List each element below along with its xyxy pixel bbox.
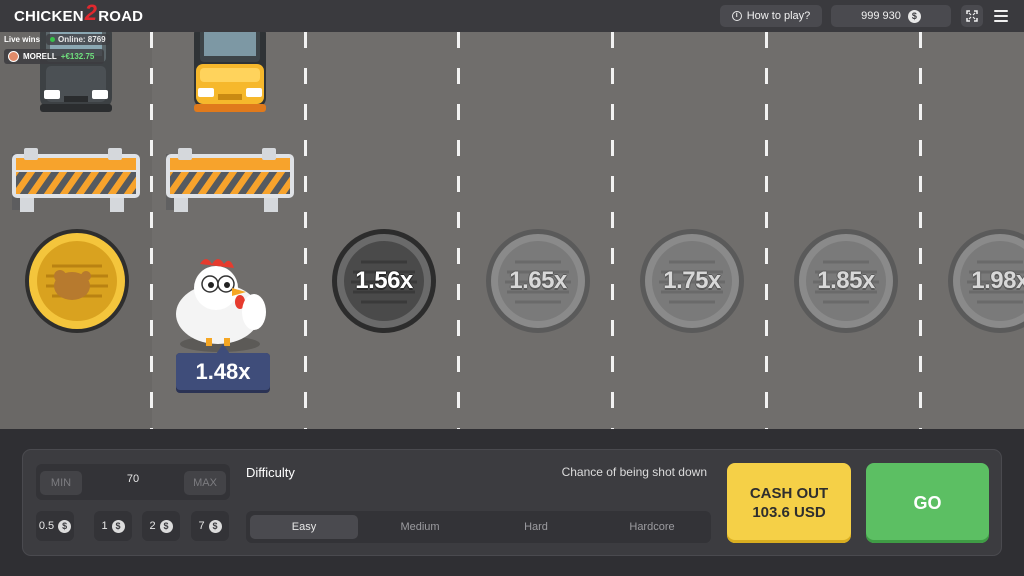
bet-amount-box: MIN 70 MAX bbox=[36, 464, 230, 500]
lane-divider bbox=[765, 32, 768, 429]
currency-icon: $ bbox=[907, 9, 921, 23]
bet-chip-button[interactable]: 0.5 $ bbox=[36, 511, 74, 541]
lane-manhole-next[interactable]: 1.56x bbox=[331, 228, 437, 334]
lane-manhole: 1.98x bbox=[947, 228, 1024, 334]
difficulty-tab-easy[interactable]: Easy bbox=[250, 515, 358, 539]
barrier-icon bbox=[166, 148, 294, 212]
live-wins-label: Live wins bbox=[4, 35, 41, 44]
hamburger-menu-icon[interactable] bbox=[993, 8, 1009, 24]
lane-divider bbox=[919, 32, 922, 429]
difficulty-selector: Easy Medium Hard Hardcore bbox=[246, 511, 711, 543]
bet-chip-button[interactable]: 1 $ bbox=[94, 511, 132, 541]
how-to-play-label: How to play? bbox=[746, 10, 811, 22]
cash-out-amount: 103.6 USD bbox=[752, 504, 826, 521]
fullscreen-icon bbox=[966, 10, 978, 22]
fullscreen-button[interactable] bbox=[961, 5, 983, 27]
live-win-entry: MORELL +€132.75 bbox=[4, 49, 104, 64]
difficulty-tab-hard[interactable]: Hard bbox=[482, 515, 590, 539]
chip-value: 2 bbox=[149, 520, 156, 532]
current-multiplier-badge: 1.48x bbox=[176, 342, 270, 394]
chip-value: 7 bbox=[198, 520, 205, 532]
multiplier-label: 1.56x bbox=[355, 267, 413, 294]
balance-display: 999 930 $ bbox=[831, 5, 951, 27]
multiplier-label: 1.75x bbox=[663, 267, 721, 294]
online-dot-icon bbox=[50, 37, 56, 42]
info-icon: i bbox=[731, 11, 742, 21]
gold-coin-icon bbox=[25, 229, 129, 333]
lane-manhole: 1.75x bbox=[639, 228, 745, 334]
difficulty-title: Difficulty bbox=[246, 465, 295, 480]
lane-manhole: 1.85x bbox=[793, 228, 899, 334]
avatar bbox=[8, 51, 19, 62]
online-count: Online: 8769 bbox=[46, 34, 110, 45]
multiplier-label: 1.98x bbox=[971, 267, 1024, 294]
road-area: Live wins Online: 8769 MORELL +€132.75 1… bbox=[0, 32, 1024, 429]
lane-divider bbox=[457, 32, 460, 429]
bet-max-button[interactable]: MAX bbox=[184, 471, 226, 495]
go-button[interactable]: GO bbox=[866, 463, 989, 543]
balance-value: 999 930 bbox=[861, 10, 901, 22]
live-win-user: MORELL bbox=[23, 52, 57, 61]
bet-chip-button[interactable]: 7 $ bbox=[191, 511, 229, 541]
barrier-icon bbox=[12, 148, 140, 212]
live-win-amount: +€132.75 bbox=[60, 52, 95, 61]
currency-icon: $ bbox=[58, 519, 72, 533]
top-bar: CHICKEN 2 ROAD i How to play? 999 930 $ bbox=[0, 0, 1024, 32]
currency-icon: $ bbox=[208, 519, 222, 533]
game-root: CHICKEN2ROAD i How to play? 999 930 $ bbox=[0, 0, 1024, 576]
difficulty-tab-medium[interactable]: Medium bbox=[366, 515, 474, 539]
lane-divider bbox=[150, 32, 153, 429]
chip-value: 1 bbox=[101, 520, 108, 532]
multiplier-label: 1.85x bbox=[817, 267, 875, 294]
bet-min-button[interactable]: MIN bbox=[40, 471, 82, 495]
live-wins-panel: Live wins Online: 8769 MORELL +€132.75 bbox=[4, 34, 124, 70]
yellow-car-icon bbox=[194, 32, 266, 112]
lane-manhole: 1.65x bbox=[485, 228, 591, 334]
cash-out-label: CASH OUT bbox=[749, 485, 829, 502]
bet-chip-button[interactable]: 2 $ bbox=[142, 511, 180, 541]
currency-icon: $ bbox=[159, 519, 173, 533]
game-logo: CHICKEN 2 ROAD bbox=[14, 0, 144, 25]
bet-amount-input[interactable]: 70 bbox=[86, 473, 180, 485]
how-to-play-button[interactable]: i How to play? bbox=[720, 5, 822, 27]
currency-icon: $ bbox=[111, 519, 125, 533]
difficulty-tab-hardcore[interactable]: Hardcore bbox=[598, 515, 706, 539]
lane-divider bbox=[304, 32, 307, 429]
current-multiplier-label: 1.48x bbox=[195, 359, 251, 384]
chance-label: Chance of being shot down bbox=[561, 465, 707, 479]
cash-out-button[interactable]: CASH OUT 103.6 USD bbox=[727, 463, 851, 543]
chip-value: 0.5 bbox=[38, 520, 55, 532]
lane-divider bbox=[611, 32, 614, 429]
multiplier-label: 1.65x bbox=[509, 267, 567, 294]
